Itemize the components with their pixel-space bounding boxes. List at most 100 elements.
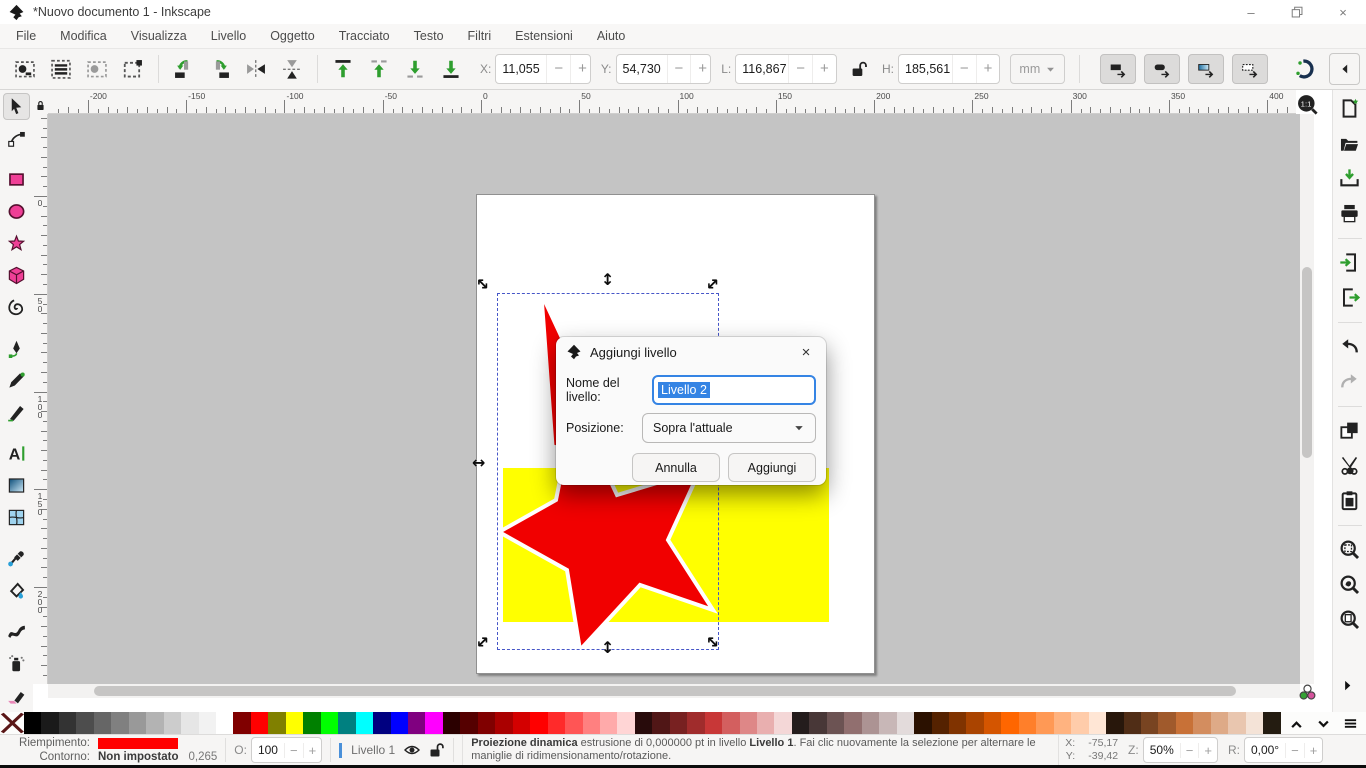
scale-handle-bottom[interactable]: ↕ <box>601 640 614 656</box>
increment-button[interactable]: + <box>1198 743 1217 758</box>
palette-swatch[interactable] <box>338 712 355 734</box>
vertical-scrollbar-thumb[interactable] <box>1302 267 1312 458</box>
palette-swatch[interactable] <box>24 712 41 734</box>
cut-button[interactable] <box>1339 455 1360 476</box>
palette-swatch[interactable] <box>792 712 809 734</box>
menu-estensioni[interactable]: Estensioni <box>503 24 585 48</box>
layer-lock-icon[interactable] <box>429 742 445 758</box>
flip-horizontal-button[interactable] <box>245 58 267 80</box>
move-gradients-toggle[interactable] <box>1188 54 1224 84</box>
increment-button[interactable]: + <box>303 743 322 758</box>
flip-vertical-button[interactable] <box>281 58 303 80</box>
star-tool[interactable] <box>3 230 30 257</box>
height-spinbox[interactable]: 185,561 − + <box>898 54 1000 84</box>
menu-aiuto[interactable]: Aiuto <box>585 24 638 48</box>
cancel-button[interactable]: Annulla <box>632 453 720 482</box>
dropper-tool[interactable] <box>3 545 30 572</box>
menu-testo[interactable]: Testo <box>402 24 456 48</box>
palette-swatch[interactable] <box>1263 712 1280 734</box>
palette-swatch[interactable] <box>1211 712 1228 734</box>
palette-swatch[interactable] <box>1054 712 1071 734</box>
palette-swatch[interactable] <box>1089 712 1106 734</box>
rotate-ccw-button[interactable] <box>173 58 195 80</box>
palette-swatch[interactable] <box>111 712 128 734</box>
selection-bbox-button[interactable] <box>122 58 144 80</box>
selector-tool[interactable] <box>3 93 30 120</box>
palette-swatch[interactable] <box>932 712 949 734</box>
lock-ratio-icon[interactable] <box>851 60 868 78</box>
current-layer-name[interactable]: Livello 1 <box>351 743 395 757</box>
palette-swatch[interactable] <box>530 712 547 734</box>
palette-swatch[interactable] <box>303 712 320 734</box>
zoom-page-button[interactable] <box>1339 609 1360 630</box>
ellipse-tool[interactable] <box>3 198 30 225</box>
decrement-button[interactable]: − <box>788 55 812 83</box>
palette-swatch[interactable] <box>1019 712 1036 734</box>
palette-swatch[interactable] <box>1141 712 1158 734</box>
pen-tool[interactable] <box>3 335 30 362</box>
palette-swatch[interactable] <box>565 712 582 734</box>
zoom-spinbox[interactable]: 50% − + <box>1143 737 1218 763</box>
opacity-spinbox[interactable]: 100 − + <box>251 737 322 763</box>
palette-swatch[interactable] <box>268 712 285 734</box>
palette-swatch[interactable] <box>966 712 983 734</box>
menu-visualizza[interactable]: Visualizza <box>119 24 199 48</box>
move-patterns-toggle[interactable] <box>1232 54 1268 84</box>
layer-visibility-eye-icon[interactable] <box>404 742 420 758</box>
palette-swatch[interactable] <box>216 712 233 734</box>
paste-button[interactable] <box>1339 490 1360 511</box>
gradient-tool[interactable] <box>3 472 30 499</box>
palette-swatch[interactable] <box>460 712 477 734</box>
vertical-scrollbar[interactable] <box>1300 114 1314 684</box>
palette-swatch[interactable] <box>774 712 791 734</box>
redo-button[interactable] <box>1339 371 1360 392</box>
scale-handle-top[interactable]: ↕ <box>601 272 614 288</box>
save-document-button[interactable] <box>1339 168 1360 189</box>
menu-filtri[interactable]: Filtri <box>456 24 504 48</box>
dialog-close-button[interactable]: × <box>796 344 816 361</box>
undo-button[interactable] <box>1339 336 1360 357</box>
select-all-layers-button[interactable] <box>50 58 72 80</box>
zoom-drawing-button[interactable] <box>1339 574 1360 595</box>
box3d-tool[interactable] <box>3 262 30 289</box>
palette-swatch[interactable] <box>1124 712 1141 734</box>
fill-color-swatch[interactable] <box>98 738 178 749</box>
mesh-tool[interactable] <box>3 504 30 531</box>
chevron-right-icon[interactable] <box>1340 678 1355 693</box>
spray-tool[interactable] <box>3 650 30 677</box>
menu-modifica[interactable]: Modifica <box>48 24 119 48</box>
palette-swatch[interactable] <box>286 712 303 734</box>
color-managed-view-icon[interactable] <box>1298 683 1317 702</box>
horizontal-ruler[interactable]: -200-150-100-50050100150200250300350400 <box>33 90 1296 114</box>
palette-swatch[interactable] <box>635 712 652 734</box>
palette-swatch[interactable] <box>583 712 600 734</box>
lower-to-bottom-button[interactable] <box>440 58 462 80</box>
y-spinbox[interactable]: 54,730 − + <box>616 54 712 84</box>
position-dropdown[interactable]: Sopra l'attuale <box>642 413 816 443</box>
palette-swatch[interactable] <box>862 712 879 734</box>
palette-swatch[interactable] <box>321 712 338 734</box>
palette-swatch[interactable] <box>652 712 669 734</box>
palette-swatch[interactable] <box>548 712 565 734</box>
palette-swatch[interactable] <box>478 712 495 734</box>
no-color-swatch[interactable] <box>0 712 24 734</box>
increment-button[interactable]: + <box>1304 743 1323 758</box>
spiral-tool[interactable] <box>3 294 30 321</box>
open-file-button[interactable] <box>1339 133 1360 154</box>
palette-swatch[interactable] <box>1228 712 1245 734</box>
lock-guides-icon[interactable] <box>35 99 46 112</box>
horizontal-scrollbar[interactable] <box>48 684 1300 698</box>
raise-to-top-button[interactable] <box>332 58 354 80</box>
palette-swatch[interactable] <box>897 712 914 734</box>
palette-swatch[interactable] <box>949 712 966 734</box>
palette-swatch[interactable] <box>1036 712 1053 734</box>
raise-button[interactable] <box>368 58 390 80</box>
add-button[interactable]: Aggiungi <box>728 453 816 482</box>
chevron-up-icon[interactable] <box>1289 716 1304 731</box>
palette-swatch[interactable] <box>129 712 146 734</box>
y-value[interactable]: 54,730 <box>617 62 667 76</box>
palette-swatch[interactable] <box>1106 712 1123 734</box>
decrement-button[interactable]: − <box>546 55 570 83</box>
rotation-spinbox[interactable]: 0,00° − + <box>1244 737 1323 763</box>
lower-button[interactable] <box>404 58 426 80</box>
